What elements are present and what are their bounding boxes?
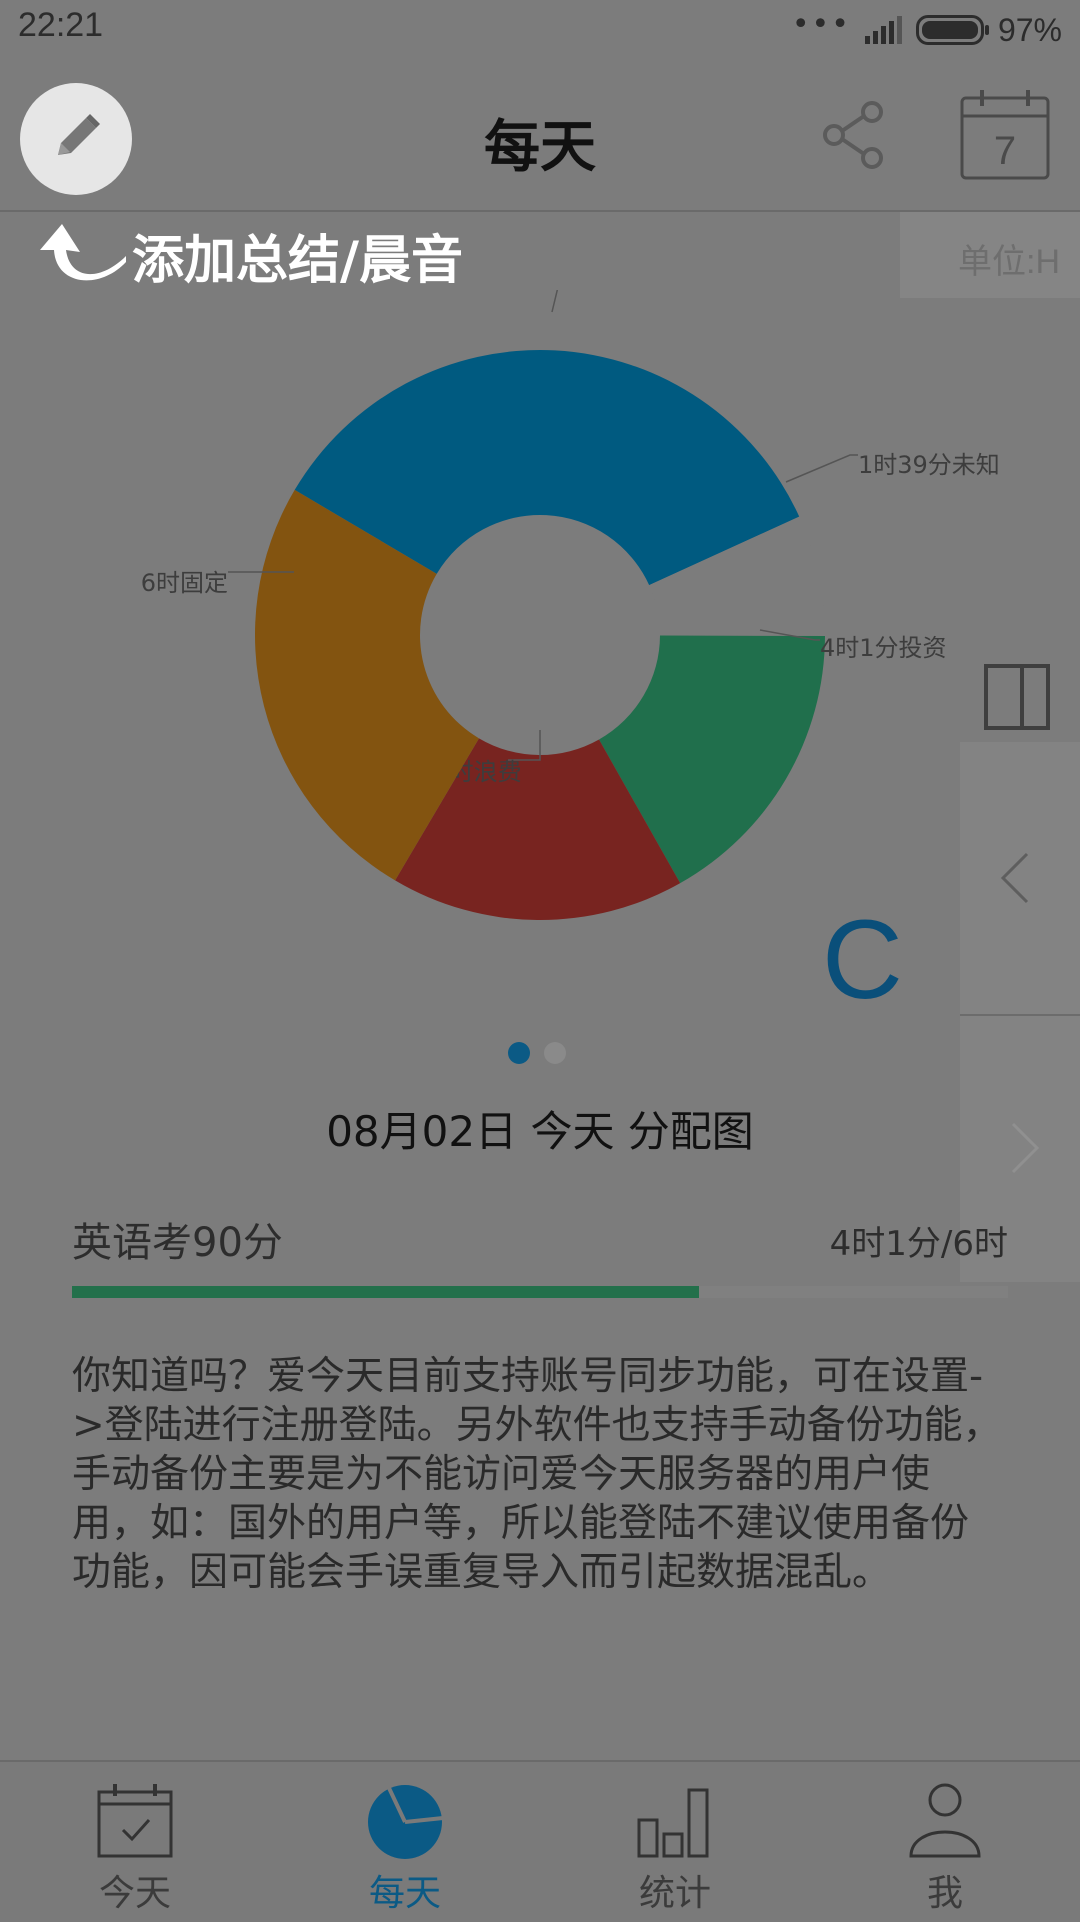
grade-letter: C (822, 897, 903, 1022)
goal-name: 英语考90分 (72, 1220, 283, 1266)
goal-progress-value: 4时1分/6时 (829, 1224, 1008, 1264)
split-panel-icon[interactable] (982, 662, 1052, 732)
tip-text: 你知道吗？爱今天目前支持账号同步功能，可在设置->登陆进行注册登陆。另外软件也支… (72, 1354, 1002, 1595)
battery-icon (915, 15, 989, 45)
page-title: 每天 (484, 115, 596, 180)
tab-label: 统计 (638, 1873, 711, 1914)
chevron-left-icon[interactable] (995, 848, 1035, 908)
tab-label: 每天 (368, 1873, 441, 1914)
share-icon[interactable] (820, 100, 890, 170)
slice-label: 1时39分未知 (858, 451, 1000, 479)
slice-label: 4时1分投资 (820, 634, 947, 662)
unit-label: 单位:H (958, 243, 1060, 281)
status-bar: 22:21 ••• 97% (0, 0, 1080, 60)
pager-dot[interactable] (508, 1042, 530, 1064)
goal-progress-fill (72, 1286, 700, 1298)
slice-label: 6时固定 (141, 569, 228, 597)
tab-me[interactable]: 我 (810, 1762, 1080, 1922)
signal-icon (864, 16, 902, 44)
curved-arrow-icon (40, 224, 126, 281)
calendar-day: 7 (994, 129, 1016, 173)
side-panel-divider (960, 1014, 1080, 1016)
bar-chart-icon (637, 1788, 709, 1858)
calendar-check-icon (97, 1784, 173, 1858)
user-icon (909, 1783, 981, 1858)
pie-chart-icon (368, 1785, 444, 1859)
goal-row[interactable]: 英语考90分 4时1分/6时 (72, 1210, 1008, 1270)
chart-caption: 08月02日 今天 分配图 (326, 1107, 754, 1156)
side-panel (960, 742, 1080, 1282)
battery-percent: 97% (997, 11, 1062, 48)
status-time: 22:21 (18, 6, 104, 44)
app-header: 每天 7 (0, 60, 1080, 212)
notification-dots-icon: ••• (791, 7, 851, 42)
tab-label: 今天 (98, 1873, 171, 1914)
coach-mark: 添加总结/晨音 (40, 220, 463, 291)
goal-progress-bar (72, 1286, 1008, 1298)
slice-leader-line (785, 454, 858, 483)
slice-leader-line (551, 290, 559, 313)
chart-pager[interactable] (508, 1042, 566, 1064)
coach-mark-text: 添加总结/晨音 (132, 230, 463, 291)
allocation-donut-chart: 8时19分睡眠1时39分未知4时1分投资4时浪费6时固定 (141, 290, 1000, 920)
calendar-icon[interactable]: 7 (958, 88, 1052, 182)
unit-toggle[interactable]: 单位:H (900, 212, 1080, 298)
bottom-tab-bar: 今天 每天 统计 我 (0, 1760, 1080, 1922)
tab-today[interactable]: 今天 (0, 1762, 270, 1922)
tab-statistics[interactable]: 统计 (540, 1762, 810, 1922)
tab-daily[interactable]: 每天 (270, 1762, 540, 1922)
status-indicators: ••• 97% (792, 6, 1062, 54)
tab-label: 我 (926, 1873, 963, 1914)
pager-dot[interactable] (544, 1042, 566, 1064)
